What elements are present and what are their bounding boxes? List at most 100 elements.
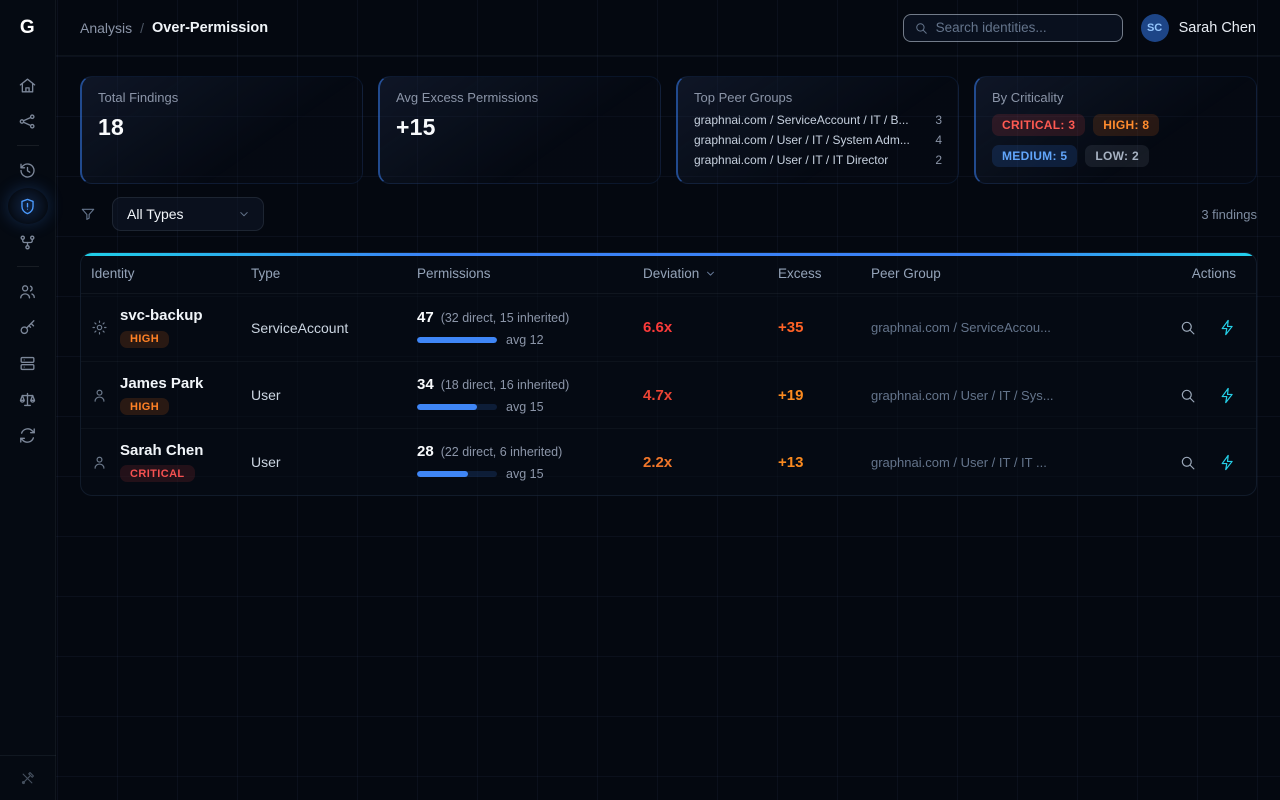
- col-actions: Actions: [1132, 266, 1242, 281]
- identity-type: User: [251, 387, 417, 403]
- users-icon: [18, 282, 37, 301]
- critical-badge: CRITICAL: 3: [992, 114, 1085, 136]
- app-logo[interactable]: G: [0, 0, 56, 56]
- key-icon: [18, 318, 37, 337]
- inspect-button[interactable]: [1172, 380, 1202, 410]
- table-row[interactable]: Sarah Chen CRITICAL User 28 (22 direct, …: [81, 428, 1256, 495]
- peer-group-item: graphnai.com / User / IT / System Adm...…: [694, 130, 942, 150]
- sort-chevron-down-icon: [704, 267, 717, 280]
- filter-bar: All Types 3 findings: [80, 196, 1257, 232]
- col-identity: Identity: [91, 266, 251, 281]
- sidebar-item-branches[interactable]: [8, 224, 48, 260]
- search-icon: [914, 21, 928, 35]
- permission-bar-fill: [417, 337, 497, 343]
- peer-group: graphnai.com / User / IT / Sys...: [871, 388, 1132, 403]
- sidebar-item-compliance[interactable]: [8, 381, 48, 417]
- inspect-button[interactable]: [1172, 313, 1202, 343]
- sidebar-item-users[interactable]: [8, 273, 48, 309]
- table-row[interactable]: James Park HIGH User 34 (18 direct, 16 i…: [81, 361, 1256, 428]
- user-menu[interactable]: SC Sarah Chen: [1141, 14, 1256, 42]
- peer-group-name: graphnai.com / ServiceAccount / IT / B..…: [694, 113, 909, 127]
- remediate-button[interactable]: [1212, 380, 1242, 410]
- gear-icon: [91, 319, 108, 336]
- severity-badge: CRITICAL: [120, 465, 195, 482]
- col-peer-group: Peer Group: [871, 266, 1132, 281]
- peer-group-count: 2: [935, 153, 942, 167]
- main-area: Analysis / Over-Permission SC Sarah Chen…: [56, 0, 1280, 800]
- excess-value: +19: [778, 387, 871, 404]
- type-filter-dropdown[interactable]: All Types: [112, 197, 264, 231]
- scales-icon: [18, 390, 37, 409]
- magnifier-icon: [1179, 454, 1196, 471]
- remediate-button[interactable]: [1212, 447, 1242, 477]
- sidebar-divider: [17, 266, 39, 267]
- sidebar-nav: [8, 67, 48, 453]
- breadcrumb: Analysis / Over-Permission: [80, 20, 268, 36]
- history-icon: [18, 161, 37, 180]
- identity-name: Sarah Chen: [120, 442, 203, 459]
- medium-badge: MEDIUM: 5: [992, 145, 1077, 167]
- sidebar-item-sync[interactable]: [8, 417, 48, 453]
- deviation-value: 6.6x: [643, 319, 778, 336]
- user-icon: [91, 387, 108, 404]
- search-box[interactable]: [903, 14, 1123, 42]
- breadcrumb-analysis[interactable]: Analysis: [80, 20, 132, 36]
- findings-table: Identity Type Permissions Deviation Exce…: [80, 252, 1257, 496]
- search-input[interactable]: [936, 20, 1113, 35]
- zap-icon: [1219, 387, 1236, 404]
- identity-type: ServiceAccount: [251, 320, 417, 336]
- stat-label: Top Peer Groups: [694, 90, 942, 105]
- excess-value: +35: [778, 319, 871, 336]
- permission-count: 28: [417, 443, 434, 460]
- breadcrumb-separator: /: [140, 20, 144, 36]
- shield-alert-icon: [18, 197, 37, 216]
- permission-avg: avg 12: [506, 333, 544, 347]
- peer-group-item: graphnai.com / ServiceAccount / IT / B..…: [694, 110, 942, 130]
- peer-group: graphnai.com / ServiceAccou...: [871, 320, 1132, 335]
- table-row[interactable]: svc-backup HIGH ServiceAccount 47 (32 di…: [81, 294, 1256, 361]
- peer-group-count: 4: [935, 133, 942, 147]
- identity-type: User: [251, 454, 417, 470]
- col-excess: Excess: [778, 266, 871, 281]
- branches-icon: [18, 233, 37, 252]
- identity-name: James Park: [120, 375, 203, 392]
- permission-bar-fill: [417, 404, 477, 410]
- permission-bar: [417, 471, 497, 477]
- permission-bar: [417, 337, 497, 343]
- avatar: SC: [1141, 14, 1169, 42]
- deviation-value: 4.7x: [643, 387, 778, 404]
- home-icon: [18, 76, 37, 95]
- sidebar-item-servers[interactable]: [8, 345, 48, 381]
- col-permissions: Permissions: [417, 266, 643, 281]
- sidebar-item-keys[interactable]: [8, 309, 48, 345]
- topbar-right: SC Sarah Chen: [903, 14, 1256, 42]
- sidebar-item-history[interactable]: [8, 152, 48, 188]
- peer-group: graphnai.com / User / IT / IT ...: [871, 455, 1132, 470]
- permission-detail: (18 direct, 16 inherited): [441, 378, 570, 392]
- stat-card-top-peer-groups: Top Peer Groups graphnai.com / ServiceAc…: [676, 76, 959, 184]
- sidebar-item-graph[interactable]: [8, 103, 48, 139]
- severity-badge: HIGH: [120, 331, 169, 348]
- stat-label: Total Findings: [98, 90, 346, 105]
- magnifier-icon: [1179, 387, 1196, 404]
- filter-icon: [80, 206, 96, 222]
- inspect-button[interactable]: [1172, 447, 1202, 477]
- criticality-badges: CRITICAL: 3 HIGH: 8 MEDIUM: 5 LOW: 2: [992, 114, 1240, 167]
- severity-badge: HIGH: [120, 398, 169, 415]
- graph-icon: [18, 112, 37, 131]
- topbar: Analysis / Over-Permission SC Sarah Chen: [56, 0, 1280, 56]
- permission-bar-fill: [417, 471, 468, 477]
- stats-row: Total Findings 18 Avg Excess Permissions…: [80, 76, 1257, 184]
- sidebar-item-tools[interactable]: [8, 760, 48, 796]
- sidebar-item-over-permission[interactable]: [8, 188, 48, 224]
- col-deviation-sort[interactable]: Deviation: [643, 266, 778, 281]
- stat-card-avg-excess: Avg Excess Permissions +15: [378, 76, 661, 184]
- permission-count: 47: [417, 309, 434, 326]
- stat-value: 18: [98, 114, 346, 141]
- excess-value: +13: [778, 454, 871, 471]
- remediate-button[interactable]: [1212, 313, 1242, 343]
- zap-icon: [1219, 454, 1236, 471]
- identity-name: svc-backup: [120, 307, 203, 324]
- sidebar-item-home[interactable]: [8, 67, 48, 103]
- stat-card-total-findings: Total Findings 18: [80, 76, 363, 184]
